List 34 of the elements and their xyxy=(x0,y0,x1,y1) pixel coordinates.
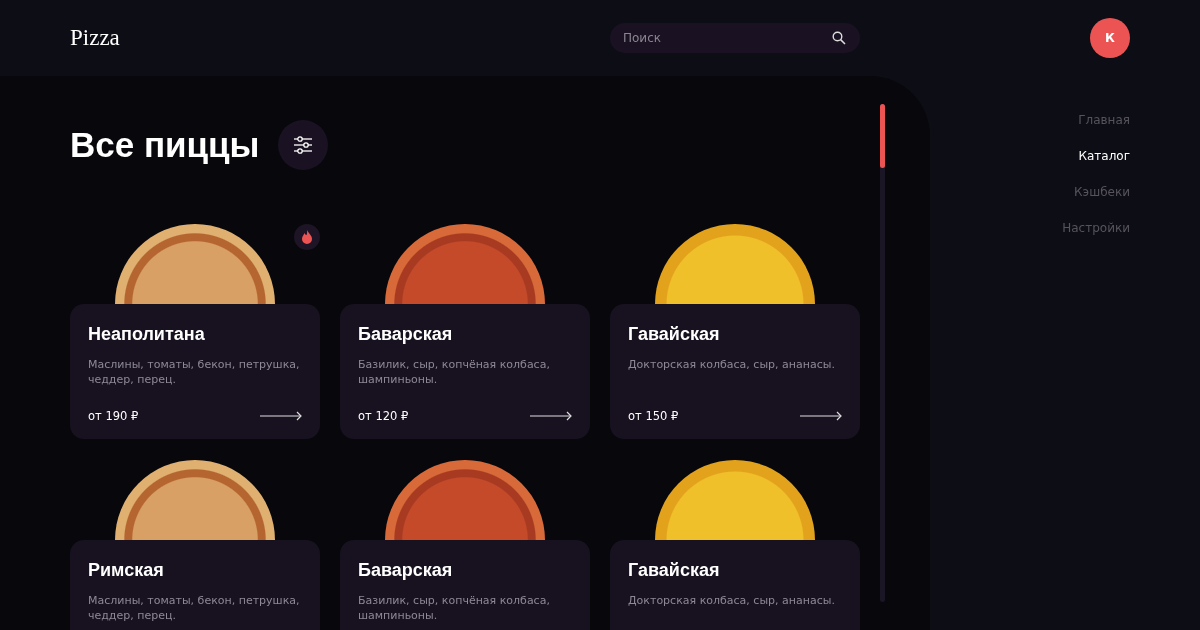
pizza-card[interactable]: Баварская Базилик, сыр, копчёная колбаса, шампиньоны. xyxy=(340,540,590,630)
arrow-icon[interactable] xyxy=(530,411,572,421)
pizza-description: Базилик, сыр, копчёная колбаса, шампиньоны. xyxy=(358,593,551,624)
pizza-description: Докторская колбаса, сыр, ананасы. xyxy=(628,593,836,609)
arrow-icon[interactable] xyxy=(800,411,842,421)
pizza-name: Неаполитана xyxy=(88,324,206,345)
pizza-description: Маслины, томаты, бекон, петрушка, чеддер, перец. xyxy=(88,357,301,388)
scrollbar-track[interactable] xyxy=(880,104,885,602)
filter-button[interactable] xyxy=(277,120,328,170)
pizza-description: Маслины, томаты, бекон, петрушка, чеддер, перец. xyxy=(88,593,301,624)
pizza-name: Баварская xyxy=(358,324,454,345)
pizza-name: Баварская xyxy=(358,560,454,581)
pizza-card[interactable]: Римская Маслины, томаты, бекон, петрушка, чеддер, перец. xyxy=(70,540,320,630)
pizza-card[interactable]: Гавайская Докторская колбаса, сыр, ананасы. xyxy=(610,540,860,630)
pizza-card[interactable]: Неаполитана Маслины, томаты, бекон, петрушка, чеддер, перец. от 190 ₽ xyxy=(70,304,320,439)
user-avatar[interactable]: К xyxy=(1090,18,1130,58)
arrow-icon[interactable] xyxy=(260,411,302,421)
pizza-name: Гавайская xyxy=(628,324,721,345)
pizza-price: от 150 ₽ xyxy=(628,409,679,423)
search-icon[interactable] xyxy=(832,31,846,45)
logo[interactable]: Pizza xyxy=(70,25,120,51)
nav-link[interactable]: Каталог xyxy=(1078,148,1130,164)
search-field[interactable]: Поиск xyxy=(610,23,860,53)
pizza-name: Гавайская xyxy=(628,560,721,581)
scrollbar-thumb[interactable] xyxy=(880,104,885,168)
sliders-icon xyxy=(292,136,313,154)
pizza-name: Римская xyxy=(88,560,165,581)
pizza-price: от 190 ₽ xyxy=(88,409,139,423)
pizza-price: от 120 ₽ xyxy=(358,409,409,423)
pizza-description: Докторская колбаса, сыр, ананасы. xyxy=(628,357,836,373)
pizza-card[interactable]: Баварская Базилик, сыр, копчёная колбаса, шампиньоны. от 120 ₽ xyxy=(340,304,590,439)
pizza-card[interactable]: Гавайская Докторская колбаса, сыр, ананасы. от 150 ₽ xyxy=(610,304,860,439)
pizza-description: Базилик, сыр, копчёная колбаса, шампиньоны. xyxy=(358,357,551,388)
page-title: Все пиццы xyxy=(70,125,260,165)
